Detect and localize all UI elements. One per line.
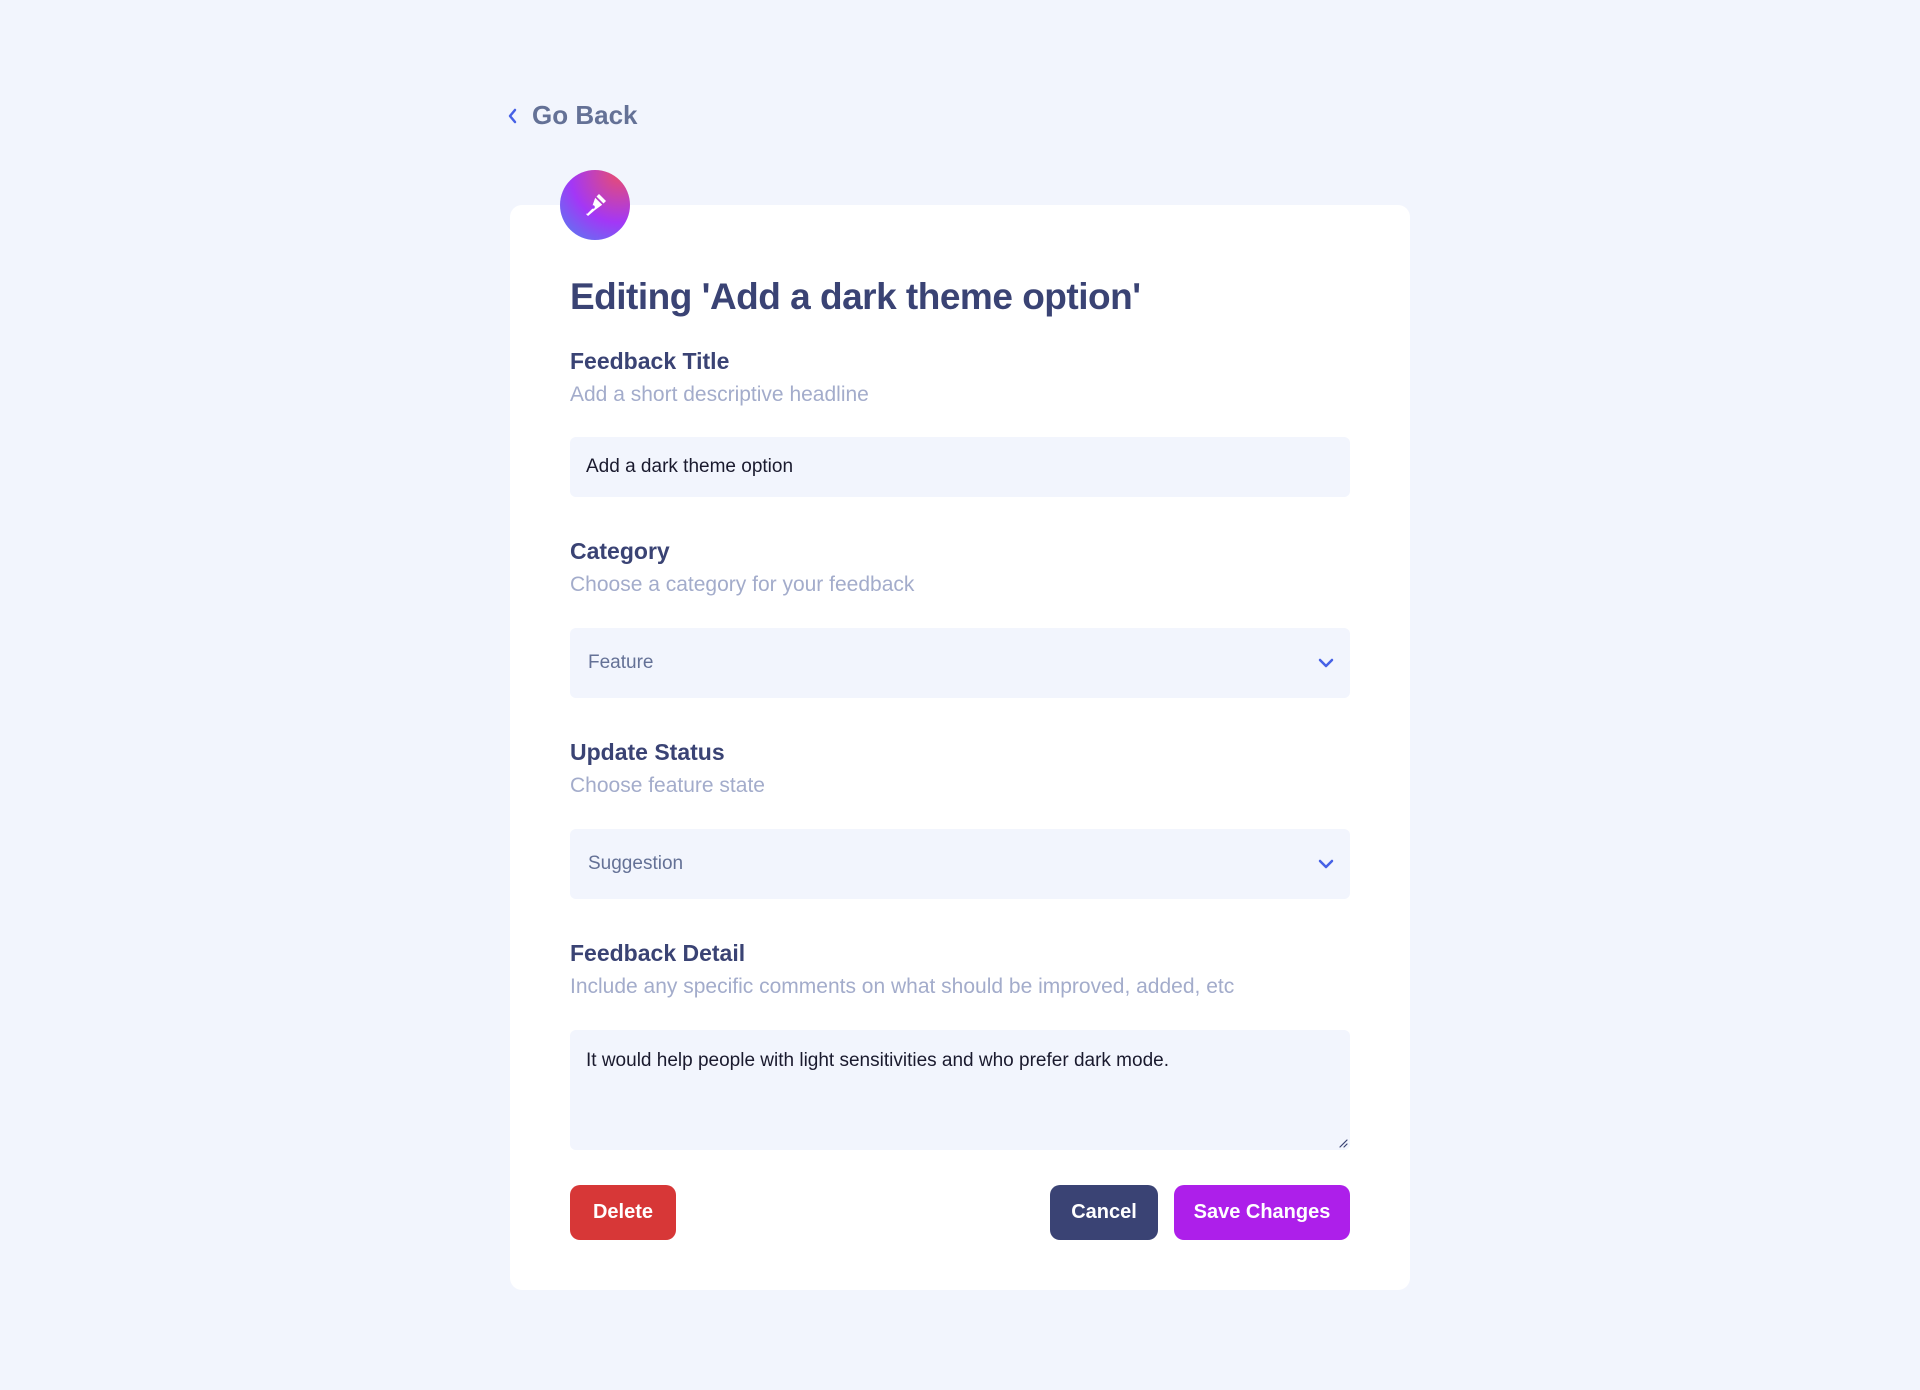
go-back-label: Go Back xyxy=(532,100,638,130)
status-field-group: Update Status Choose feature state Sugge… xyxy=(570,738,1350,899)
title-field-help: Add a short descriptive headline xyxy=(570,383,869,406)
form-content: Editing 'Add a dark theme option' Feedba… xyxy=(570,275,1350,1150)
feedback-detail-textarea[interactable]: It would help people with light sensitiv… xyxy=(570,1030,1350,1150)
go-back-link[interactable]: Go Back xyxy=(508,100,638,131)
detail-field-label: Feedback Detail xyxy=(570,940,746,966)
chevron-down-icon xyxy=(1318,658,1334,668)
status-selected-value: Suggestion xyxy=(588,853,684,874)
category-field-label: Category xyxy=(570,538,670,564)
chevron-left-icon xyxy=(508,108,517,123)
category-field-help: Choose a category for your feedback xyxy=(570,573,915,596)
resize-grip-icon[interactable] xyxy=(1336,1136,1348,1148)
chevron-down-icon xyxy=(1318,859,1334,869)
delete-button[interactable]: Delete xyxy=(570,1185,676,1240)
cancel-button[interactable]: Cancel xyxy=(1050,1185,1158,1240)
page-title: Editing 'Add a dark theme option' xyxy=(570,276,1141,317)
category-select[interactable]: Feature xyxy=(570,628,1350,698)
title-field-label: Feedback Title xyxy=(570,348,730,374)
status-field-label: Update Status xyxy=(570,739,725,765)
detail-field-help: Include any specific comments on what sh… xyxy=(570,975,1235,998)
detail-field-group: Feedback Detail Include any specific com… xyxy=(570,939,1350,1150)
edit-badge xyxy=(560,170,630,240)
status-select[interactable]: Suggestion xyxy=(570,829,1350,899)
feedback-title-input[interactable]: Add a dark theme option xyxy=(570,437,1350,497)
title-field-group: Feedback Title Add a short descriptive h… xyxy=(570,347,1350,497)
page: Go Back Editing 'Add a dark theme option… xyxy=(0,0,1920,1390)
category-field-group: Category Choose a category for your feed… xyxy=(570,537,1350,698)
status-field-help: Choose feature state xyxy=(570,774,765,797)
pen-icon xyxy=(586,194,606,216)
feedback-detail-text: It would help people with light sensitiv… xyxy=(586,1050,1169,1071)
edit-feedback-card: Editing 'Add a dark theme option' Feedba… xyxy=(510,205,1410,1290)
save-changes-button[interactable]: Save Changes xyxy=(1174,1185,1350,1240)
category-selected-value: Feature xyxy=(588,652,654,673)
